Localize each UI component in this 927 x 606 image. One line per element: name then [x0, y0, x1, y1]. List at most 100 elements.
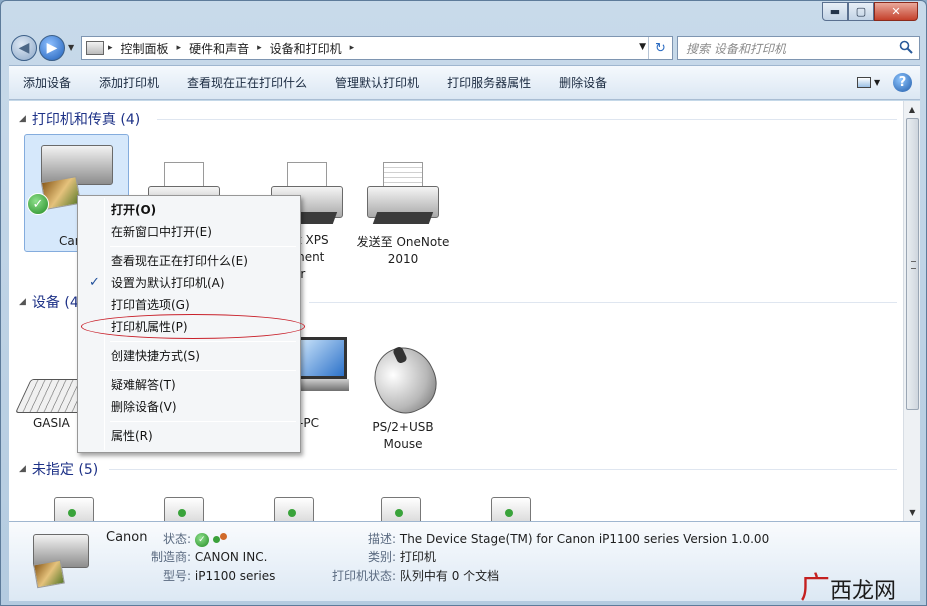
menu-item-open-new-window[interactable]: 在新窗口中打开(E) — [80, 221, 298, 243]
printer-status-value: 队列中有 0 个文档 — [399, 569, 500, 583]
watermark-text: 西龙网 — [829, 579, 896, 604]
remove-device-button[interactable]: 删除设备 — [545, 74, 621, 91]
menu-item-printing-preferences[interactable]: 打印首选项(G) — [80, 294, 298, 316]
group-header-unspecified[interactable]: ◢ 未指定 (5) — [19, 459, 98, 479]
see-printing-button[interactable]: 查看现在正在打印什么 — [173, 74, 321, 91]
details-pane: Canon 状态: ✓ 制造商: CANON INC. 型号: iP1100 s… — [9, 521, 920, 601]
device-label-line2: Mouse — [383, 437, 423, 451]
highlight-ellipse — [81, 314, 305, 339]
menu-separator — [110, 341, 296, 342]
unspecified-device-1[interactable] — [44, 491, 104, 521]
checkmark-icon: ✓ — [89, 275, 100, 290]
unknown-device-icon — [371, 491, 431, 521]
navigation-row: ◀ ▶ ▼ ▸ 控制面板 ▸ 硬件和声音 ▸ 设备和打印机 ▸ ▼ ↻ 搜索 设… — [9, 33, 920, 63]
chevron-right-icon[interactable]: ▸ — [173, 43, 186, 53]
chevron-right-icon[interactable]: ▸ — [104, 43, 117, 53]
history-dropdown-icon[interactable]: ▼ — [68, 43, 74, 52]
device-onenote[interactable]: 发送至 OneNote 2010 — [349, 156, 457, 268]
menu-separator — [110, 246, 296, 247]
caption-buttons: ▬ ▢ ✕ — [822, 2, 918, 21]
manage-default-printer-button[interactable]: 管理默认打印机 — [321, 74, 433, 91]
add-device-button[interactable]: 添加设备 — [9, 74, 85, 91]
watermark-first-char: 广 — [799, 571, 830, 606]
collapse-icon[interactable]: ◢ — [19, 464, 26, 474]
category-row: 类别: 打印机 — [368, 548, 436, 565]
menu-item-create-shortcut[interactable]: 创建快捷方式(S) — [80, 345, 298, 367]
site-watermark: 广西龙网 — [800, 563, 896, 606]
menu-separator — [110, 421, 296, 422]
mouse-icon — [361, 337, 447, 423]
model-label: 型号: — [163, 569, 192, 583]
group-title: 打印机和传真 (4) — [31, 112, 141, 128]
status-label: 状态: — [163, 532, 192, 546]
menu-item-troubleshoot[interactable]: 疑难解答(T) — [80, 374, 298, 396]
scroll-down-icon[interactable]: ▼ — [904, 504, 920, 521]
vertical-scrollbar[interactable]: ▲ ▼ — [903, 101, 920, 521]
category-value: 打印机 — [399, 550, 436, 564]
group-title: 设备 (4 — [31, 295, 79, 311]
device-label-line1: PS/2+USB — [372, 420, 434, 434]
unknown-device-icon — [481, 491, 541, 521]
breadcrumb-hardware-sound[interactable]: 硬件和声音 — [185, 40, 253, 57]
group-title: 未指定 (5) — [31, 462, 99, 478]
forward-button[interactable]: ▶ — [39, 35, 65, 61]
unspecified-device-2[interactable] — [154, 491, 214, 521]
unspecified-device-3[interactable] — [264, 491, 324, 521]
unspecified-device-4[interactable] — [371, 491, 431, 521]
add-printer-button[interactable]: 添加打印机 — [85, 74, 173, 91]
search-icon[interactable] — [899, 40, 913, 54]
menu-item-properties[interactable]: 属性(R) — [80, 425, 298, 447]
default-check-icon: ✓ — [27, 193, 49, 215]
address-bar[interactable]: ▸ 控制面板 ▸ 硬件和声音 ▸ 设备和打印机 ▸ ▼ ↻ — [81, 36, 673, 60]
collapse-icon[interactable]: ◢ — [19, 297, 26, 307]
printer-status-row: 打印机状态: 队列中有 0 个文档 — [332, 567, 499, 584]
menu-item-see-printing[interactable]: 查看现在正在打印什么(E) — [80, 250, 298, 272]
minimize-button[interactable]: ▬ — [822, 2, 848, 21]
address-dropdown-icon[interactable]: ▼ — [639, 42, 646, 52]
group-header-devices[interactable]: ◢ 设备 (4 — [19, 292, 79, 312]
device-label: -PC — [299, 416, 319, 430]
menu-item-remove-device[interactable]: 删除设备(V) — [80, 396, 298, 418]
refresh-icon[interactable]: ↻ — [648, 37, 672, 59]
search-input[interactable]: 搜索 设备和打印机 — [677, 36, 920, 60]
chevron-right-icon[interactable]: ▸ — [346, 43, 359, 53]
description-row: 描述: The Device Stage(TM) for Canon iP110… — [368, 530, 769, 547]
toolbar-right: ▼ ? — [857, 72, 912, 92]
device-mouse[interactable]: PS/2+USB Mouse — [357, 337, 449, 453]
description-value: The Device Stage(TM) for Canon iP1100 se… — [399, 532, 770, 546]
description-label: 描述: — [368, 532, 397, 546]
collapse-icon[interactable]: ◢ — [19, 114, 26, 124]
scroll-up-icon[interactable]: ▲ — [904, 101, 920, 118]
scroll-thumb[interactable] — [906, 118, 919, 410]
control-panel-icon — [86, 41, 104, 55]
group-header-printers[interactable]: ◢ 打印机和传真 (4) — [19, 109, 140, 129]
group-divider — [309, 302, 897, 303]
menu-item-set-default[interactable]: ✓ 设置为默认打印机(A) — [80, 272, 298, 294]
device-pc[interactable]: -PC — [299, 333, 349, 430]
back-button[interactable]: ◀ — [11, 35, 37, 61]
print-server-properties-button[interactable]: 打印服务器属性 — [433, 74, 545, 91]
breadcrumb: ▸ 控制面板 ▸ 硬件和声音 ▸ 设备和打印机 ▸ — [104, 40, 358, 57]
breadcrumb-devices-printers[interactable]: 设备和打印机 — [266, 40, 346, 57]
help-icon[interactable]: ? — [893, 72, 912, 92]
unknown-device-icon — [44, 491, 104, 521]
command-bar: 添加设备 添加打印机 查看现在正在打印什么 管理默认打印机 打印服务器属性 删除… — [9, 65, 920, 100]
status-ok-icon: ✓ — [194, 532, 209, 547]
unspecified-device-5[interactable] — [481, 491, 541, 521]
chevron-right-icon[interactable]: ▸ — [253, 43, 266, 53]
canon-printer-icon — [31, 530, 93, 592]
device-name: Canon — [106, 530, 148, 545]
menu-item-label: 设置为默认打印机(A) — [111, 276, 225, 290]
menu-item-open[interactable]: 打开(O) — [80, 199, 298, 221]
status-row: 状态: ✓ — [163, 530, 229, 547]
maker-row: 制造商: CANON INC. — [151, 548, 267, 565]
printer-status-label: 打印机状态: — [332, 569, 397, 583]
maximize-button[interactable]: ▢ — [848, 2, 874, 21]
close-button[interactable]: ✕ — [874, 2, 918, 21]
breadcrumb-control-panel[interactable]: 控制面板 — [117, 40, 173, 57]
menu-separator — [110, 370, 296, 371]
group-divider — [157, 119, 897, 120]
device-label-line2: 2010 — [387, 252, 419, 266]
change-view-icon[interactable]: ▼ — [857, 72, 883, 92]
device-label-line1: 发送至 OneNote — [356, 235, 450, 249]
